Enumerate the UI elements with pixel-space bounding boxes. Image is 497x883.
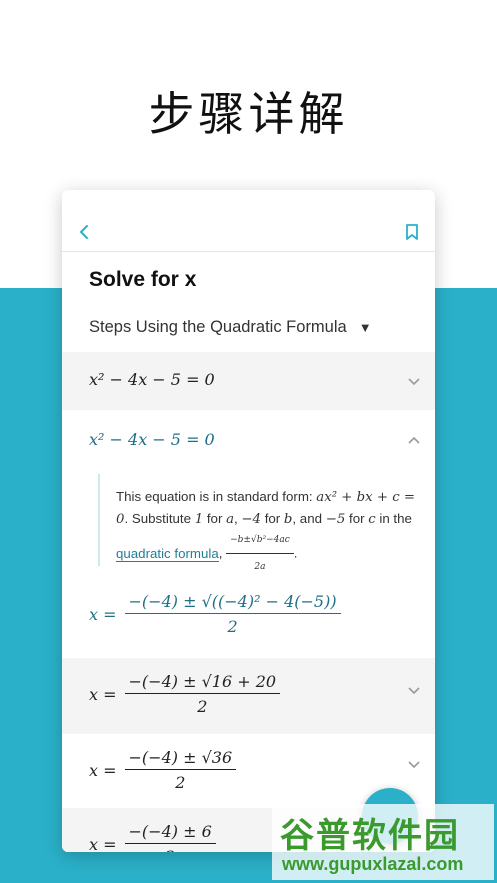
chevron-up-icon — [408, 436, 420, 444]
formula-fraction: −b±√b²−4ac 2a — [226, 530, 294, 578]
explanation-box: This equation is in standard form: ax² +… — [98, 474, 418, 572]
solve-title: Solve for x — [89, 268, 197, 291]
method-dropdown[interactable]: Steps Using the Quadratic Formula ▼ — [89, 318, 372, 337]
triangle-down-icon: ▼ — [358, 320, 372, 335]
method-label: Steps Using the Quadratic Formula — [89, 318, 347, 336]
step-row-expanded[interactable]: x² − 4x − 5 = 0 — [62, 410, 435, 470]
step-3-lhs: x = — [89, 760, 117, 780]
step-1-lhs: x = — [89, 604, 117, 624]
watermark-url: www.gupuxlazal.com — [282, 854, 464, 874]
solution-card: Solve for x Steps Using the Quadratic Fo… — [62, 190, 435, 852]
step-row-2[interactable]: x = −(−4) ± √16 + 20 2 — [62, 658, 435, 734]
step-row-1: x = −(−4) ± √((−4)² − 4(−5)) 2 — [62, 582, 435, 658]
step-row-equation[interactable]: x² − 4x − 5 = 0 — [62, 352, 435, 410]
watermark-title: 谷普软件园 — [280, 816, 460, 856]
bookmark-icon[interactable] — [403, 223, 421, 241]
step-4-fraction: −(−4) ± 6 2 — [124, 822, 216, 852]
step-2-lhs: x = — [89, 684, 117, 704]
watermark: 谷普软件园 www.gupuxlazal.com — [272, 804, 494, 880]
step-3-fraction: −(−4) ± √36 2 — [124, 748, 237, 792]
chevron-down-icon — [408, 687, 420, 695]
chevron-down-icon — [408, 761, 420, 769]
card-toolbar — [62, 190, 435, 252]
step-2-fraction: −(−4) ± √16 + 20 2 — [124, 672, 281, 716]
page-headline: 步骤详解 — [148, 87, 349, 141]
chevron-down-icon — [408, 378, 420, 386]
chevron-left-icon[interactable] — [76, 223, 94, 241]
step-1-fraction: −(−4) ± √((−4)² − 4(−5)) 2 — [124, 592, 341, 636]
equation-text: x² − 4x − 5 = 0 — [89, 370, 215, 389]
expanded-equation: x² − 4x − 5 = 0 — [89, 430, 215, 449]
step-4-lhs: x = — [89, 834, 117, 853]
quadratic-formula-link[interactable]: quadratic formula — [116, 545, 219, 562]
